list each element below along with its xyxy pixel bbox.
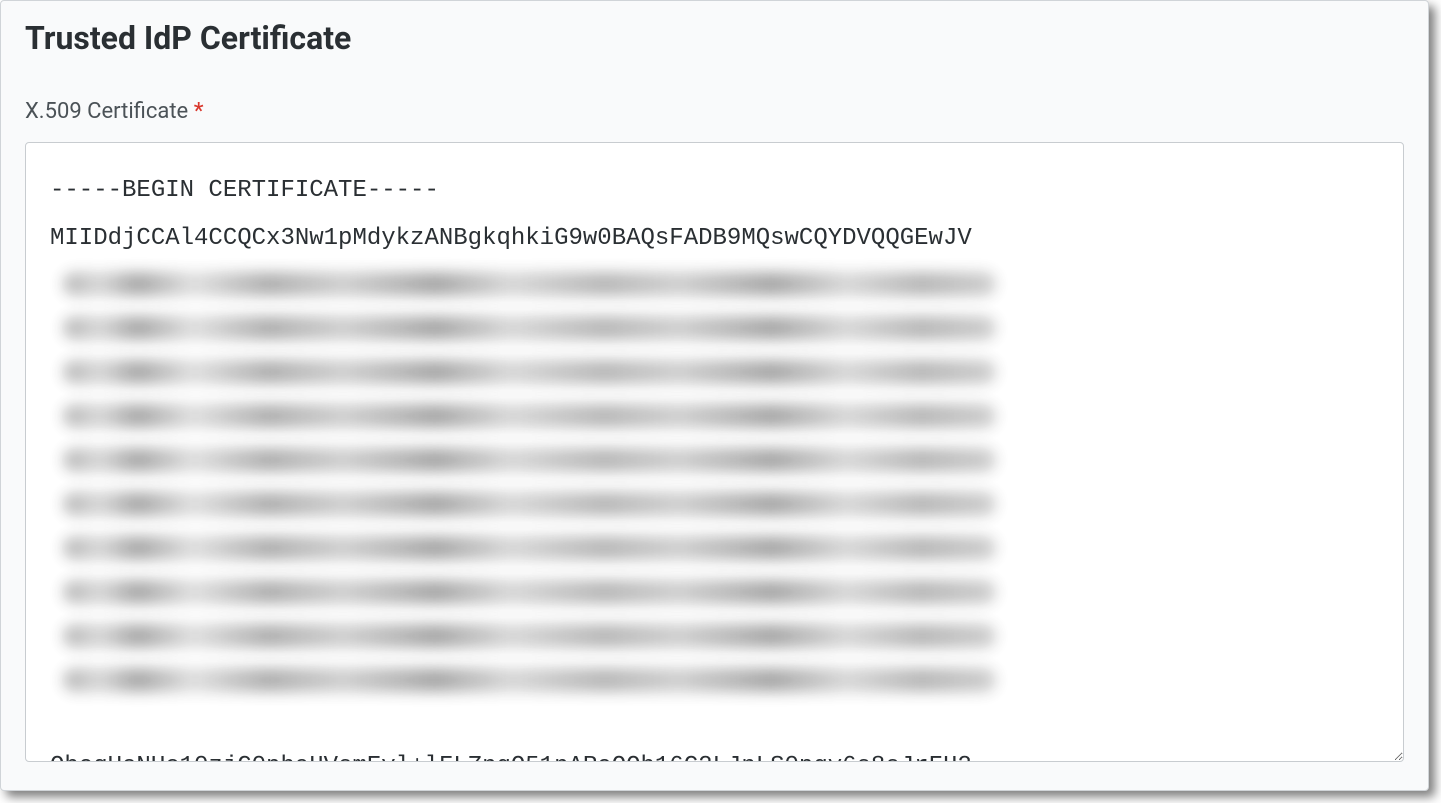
certificate-input[interactable] [25,142,1404,762]
certificate-textarea-wrapper [25,142,1404,766]
required-asterisk: * [194,99,204,124]
panel-title: Trusted IdP Certificate [25,19,1404,57]
trusted-idp-certificate-panel: Trusted IdP Certificate X.509 Certificat… [0,0,1429,791]
certificate-label-text: X.509 Certificate [25,99,188,124]
certificate-field-label: X.509 Certificate * [25,99,1404,124]
